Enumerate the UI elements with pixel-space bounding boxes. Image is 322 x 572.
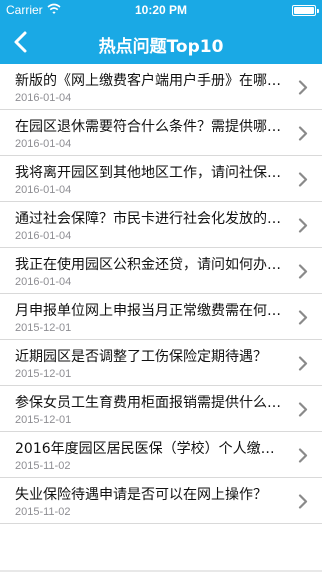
chevron-right-icon: [298, 310, 308, 325]
question-date: 2015-12-01: [15, 414, 72, 426]
question-date: 2015-12-01: [15, 322, 72, 334]
list-item[interactable]: 2016年度园区居民医保（学校）个人缴费标准？ 2015-11-02: [0, 432, 322, 478]
question-date: 2015-12-01: [15, 368, 72, 380]
battery-icon: [292, 5, 319, 16]
list-item[interactable]: 在园区退休需要符合什么条件？需提供哪些材料？ 2016-01-04: [0, 110, 322, 156]
question-title: 通过社会保障？市民卡进行社会化发放的待遇有哪些？: [15, 211, 287, 227]
question-date: 2016-01-04: [15, 184, 72, 196]
chevron-right-icon: [298, 402, 308, 417]
list-item[interactable]: 月申报单位网上申报当月正常缴费需在何时完成？ 2015-12-01: [0, 294, 322, 340]
list-item[interactable]: 通过社会保障？市民卡进行社会化发放的待遇有哪些？ 2016-01-04: [0, 202, 322, 248]
question-title: 失业保险待遇申请是否可以在网上操作？: [15, 487, 267, 503]
question-date: 2016-01-04: [15, 230, 72, 242]
chevron-right-icon: [298, 264, 308, 279]
question-title: 2016年度园区居民医保（学校）个人缴费标准？: [15, 441, 287, 457]
chevron-right-icon: [298, 80, 308, 95]
question-date: 2016-01-04: [15, 138, 72, 150]
question-title: 月申报单位网上申报当月正常缴费需在何时完成？: [15, 303, 287, 319]
question-date: 2015-11-02: [15, 506, 71, 518]
chevron-right-icon: [298, 126, 308, 141]
chevron-right-icon: [298, 356, 308, 371]
chevron-right-icon: [298, 218, 308, 233]
status-time: 10:20 PM: [134, 3, 188, 17]
page-title: 热点问题Top10: [98, 37, 224, 57]
question-date: 2016-01-04: [15, 92, 72, 104]
chevron-right-icon: [298, 172, 308, 187]
question-list: 新版的《网上缴费客户端用户手册》在哪里下载？2016-01-04在园区退休需要符…: [0, 64, 322, 524]
navigation-bar: 热点问题Top10: [0, 20, 322, 64]
question-title: 参保女员工生育费用柜面报销需提供什么材料？: [15, 395, 287, 411]
status-bar: Carrier 10:20 PM: [0, 0, 322, 20]
question-date: 2016-01-04: [15, 276, 72, 288]
question-title: 我将离开园区到其他地区工作，请问社保如何转移？: [15, 165, 287, 181]
list-item[interactable]: 近期园区是否调整了工伤保险定期待遇？ 2015-12-01: [0, 340, 322, 386]
list-item[interactable]: 新版的《网上缴费客户端用户手册》在哪里下载？ 2016-01-04: [0, 64, 322, 110]
question-date: 2015-11-02: [15, 460, 71, 472]
chevron-right-icon: [298, 494, 308, 509]
list-item[interactable]: 失业保险待遇申请是否可以在网上操作？ 2015-11-02: [0, 478, 322, 524]
list-item[interactable]: 我正在使用园区公积金还贷，请问如何办理？ 2016-01-04: [0, 248, 322, 294]
chevron-right-icon: [298, 448, 308, 463]
question-title: 新版的《网上缴费客户端用户手册》在哪里下载？: [15, 73, 287, 89]
question-title: 近期园区是否调整了工伤保险定期待遇？: [15, 349, 267, 365]
question-title: 我正在使用园区公积金还贷，请问如何办理？: [15, 257, 287, 273]
list-item[interactable]: 我将离开园区到其他地区工作，请问社保如何转移？ 2016-01-04: [0, 156, 322, 202]
question-title: 在园区退休需要符合什么条件？需提供哪些材料？: [15, 119, 287, 135]
list-item[interactable]: 参保女员工生育费用柜面报销需提供什么材料？ 2015-12-01: [0, 386, 322, 432]
